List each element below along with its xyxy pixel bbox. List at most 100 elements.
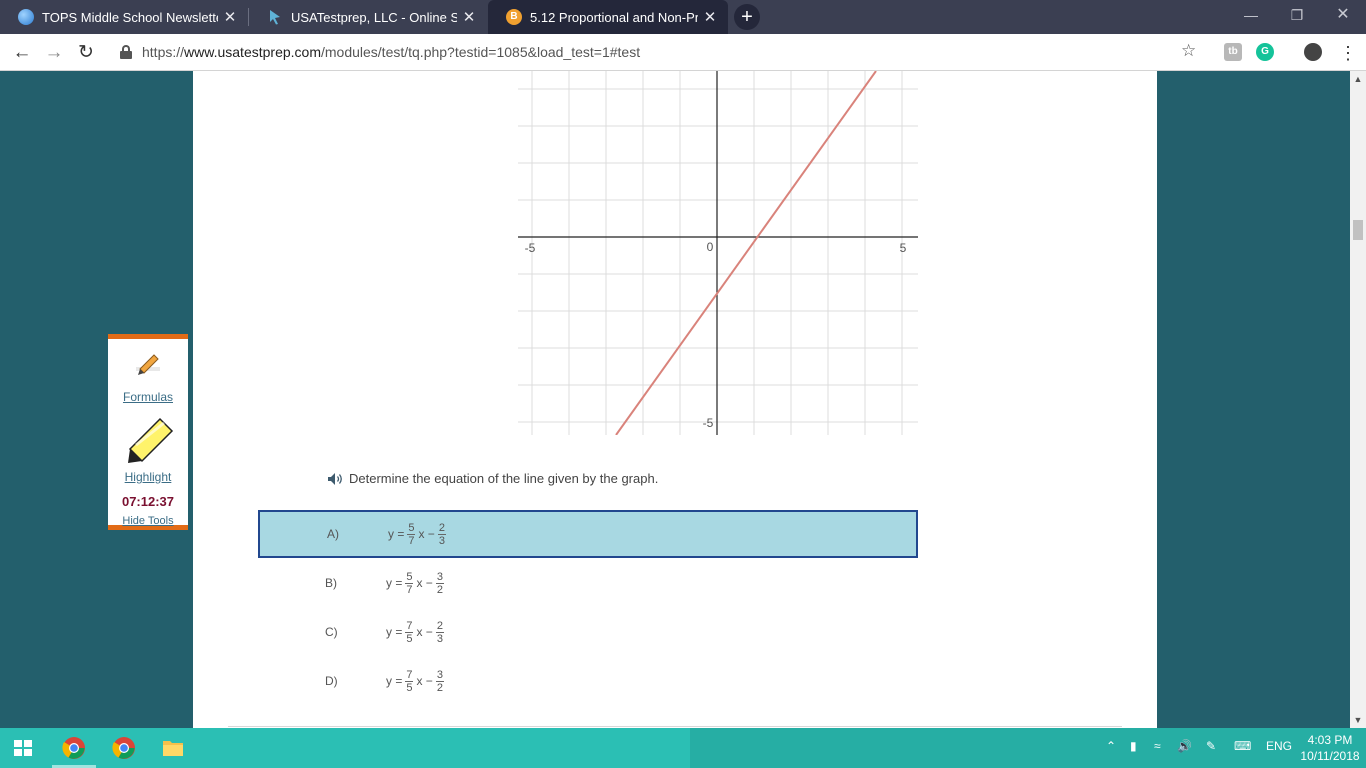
tick-label-x-neg5: -5 bbox=[525, 241, 536, 255]
equation-prefix: y = bbox=[386, 576, 403, 590]
bookmark-star-icon[interactable]: ☆ bbox=[1181, 41, 1196, 61]
countdown-timer: 07:12:37 bbox=[121, 494, 175, 509]
volume-icon[interactable]: 🔊 bbox=[1177, 739, 1192, 753]
fraction: 23 bbox=[437, 521, 446, 547]
menu-kebab-icon[interactable]: ⋮ bbox=[1334, 39, 1362, 67]
extension-tb-icon[interactable]: tb bbox=[1224, 43, 1242, 61]
taskbar-shade bbox=[690, 728, 1366, 768]
fraction: 57 bbox=[405, 570, 414, 596]
numerator: 5 bbox=[405, 570, 414, 584]
windows-start-icon[interactable] bbox=[14, 740, 32, 756]
reload-icon[interactable]: ↻ bbox=[72, 39, 100, 67]
highlight-link[interactable]: Highlight bbox=[108, 470, 188, 484]
numerator: 7 bbox=[405, 668, 414, 682]
equation-mid: x − bbox=[416, 576, 433, 590]
battery-icon[interactable]: ▮ bbox=[1130, 739, 1137, 753]
numerator: 5 bbox=[407, 521, 416, 535]
fraction: 32 bbox=[435, 668, 444, 694]
scroll-down-arrow-icon[interactable]: ▼ bbox=[1350, 712, 1366, 728]
tab-newsletter[interactable]: TOPS Middle School Newsletter ✕ bbox=[0, 0, 248, 34]
denominator: 5 bbox=[406, 632, 413, 645]
numerator: 3 bbox=[435, 668, 444, 682]
forward-arrow-icon[interactable]: → bbox=[40, 39, 68, 67]
choice-equation: y = 57 x − 23 bbox=[386, 522, 447, 547]
numerator: 7 bbox=[405, 619, 414, 633]
formulas-link[interactable]: Formulas bbox=[108, 390, 188, 404]
tab-strip: TOPS Middle School Newsletter ✕ USATestp… bbox=[0, 0, 1366, 34]
tab-usatestprep[interactable]: USATestprep, LLC - Online State-S ✕ bbox=[249, 0, 487, 34]
chrome-icon[interactable] bbox=[112, 736, 136, 760]
url-host: www.usatestprep.com bbox=[184, 44, 321, 60]
tray-chevron-up-icon[interactable]: ⌃ bbox=[1106, 739, 1116, 753]
tick-label-y-neg5: -5 bbox=[703, 416, 714, 430]
back-arrow-icon[interactable]: ← bbox=[8, 39, 36, 67]
answer-choice-c[interactable]: C) y = 75 x − 23 bbox=[258, 608, 918, 656]
speaker-icon[interactable] bbox=[327, 472, 345, 486]
restore-icon[interactable]: ❐ bbox=[1274, 0, 1320, 30]
new-tab-button[interactable]: + bbox=[734, 4, 760, 30]
numerator: 2 bbox=[435, 619, 444, 633]
address-bar[interactable]: https://www.usatestprep.com/modules/test… bbox=[112, 38, 1212, 66]
minimize-icon[interactable]: — bbox=[1228, 0, 1274, 30]
cursor-icon bbox=[267, 9, 283, 25]
equation-mid: x − bbox=[416, 674, 433, 688]
pen-icon[interactable]: ✎ bbox=[1206, 739, 1216, 753]
fraction: 75 bbox=[405, 619, 414, 645]
choice-letter: C) bbox=[325, 625, 338, 639]
equation-prefix: y = bbox=[388, 527, 405, 541]
highlighter-icon[interactable] bbox=[120, 415, 176, 465]
tools-panel: Formulas Highlight 07:12:37 Hide Tools bbox=[108, 334, 188, 530]
profile-avatar[interactable] bbox=[1304, 43, 1322, 61]
tab-close-icon[interactable]: ✕ bbox=[457, 8, 481, 26]
system-clock[interactable]: 4:03 PM 10/11/2018 bbox=[1296, 732, 1364, 764]
tab-title: 5.12 Proportional and Non-Propo bbox=[530, 9, 698, 25]
fraction: 23 bbox=[435, 619, 444, 645]
answer-choice-d[interactable]: D) y = 75 x − 32 bbox=[258, 657, 918, 705]
pencil-icon[interactable] bbox=[132, 349, 164, 379]
tab-title: TOPS Middle School Newsletter bbox=[42, 9, 218, 25]
url-scheme: https:// bbox=[142, 44, 185, 60]
divider bbox=[228, 726, 1122, 727]
clock-time: 4:03 PM bbox=[1307, 733, 1353, 747]
answer-choice-a[interactable]: A) y = 57 x − 23 bbox=[258, 510, 918, 558]
tab-close-icon[interactable]: ✕ bbox=[218, 8, 242, 26]
page-scrollbar[interactable]: ▲ ▼ bbox=[1350, 71, 1366, 728]
tab-close-icon[interactable]: ✕ bbox=[698, 8, 722, 26]
b-logo-icon: B bbox=[506, 9, 522, 25]
grammarly-icon[interactable]: G bbox=[1256, 43, 1274, 61]
language-indicator[interactable]: ENG bbox=[1266, 739, 1292, 753]
answer-choice-b[interactable]: B) y = 57 x − 32 bbox=[258, 559, 918, 607]
tab-proportional[interactable]: B 5.12 Proportional and Non-Propo ✕ bbox=[488, 0, 728, 34]
denominator: 3 bbox=[438, 534, 445, 547]
choice-letter: A) bbox=[327, 527, 339, 541]
keyboard-icon[interactable]: ⌨ bbox=[1234, 739, 1251, 753]
denominator: 3 bbox=[436, 632, 443, 645]
choice-equation: y = 75 x − 23 bbox=[384, 620, 445, 645]
equation-prefix: y = bbox=[386, 674, 403, 688]
question-text: Determine the equation of the line given… bbox=[349, 471, 659, 486]
choice-letter: D) bbox=[325, 674, 338, 688]
fraction: 32 bbox=[435, 570, 444, 596]
equation-mid: x − bbox=[418, 527, 435, 541]
clock-date: 10/11/2018 bbox=[1300, 749, 1360, 763]
fraction: 57 bbox=[407, 521, 416, 547]
url-path: /modules/test/tq.php?testid=1085&load_te… bbox=[320, 44, 641, 60]
windows-taskbar: ⌃ ▮ ≈ 🔊 ✎ ⌨ ENG 4:03 PM 10/11/2018 bbox=[0, 728, 1366, 768]
chrome-icon[interactable] bbox=[62, 736, 86, 760]
numerator: 3 bbox=[435, 570, 444, 584]
question-prompt: Determine the equation of the line given… bbox=[327, 471, 658, 486]
scroll-thumb[interactable] bbox=[1353, 220, 1363, 240]
coordinate-graph: -5 0 5 -5 bbox=[518, 71, 918, 435]
wifi-icon[interactable]: ≈ bbox=[1154, 739, 1161, 753]
numerator: 2 bbox=[437, 521, 446, 535]
denominator: 7 bbox=[406, 583, 413, 596]
scroll-up-arrow-icon[interactable]: ▲ bbox=[1350, 71, 1366, 87]
close-window-icon[interactable]: ✕ bbox=[1320, 0, 1366, 30]
choice-equation: y = 75 x − 32 bbox=[384, 669, 445, 694]
tick-label-origin: 0 bbox=[707, 240, 714, 254]
tab-title: USATestprep, LLC - Online State-S bbox=[291, 9, 457, 25]
file-explorer-icon[interactable] bbox=[161, 736, 185, 760]
denominator: 5 bbox=[406, 681, 413, 694]
denominator: 2 bbox=[436, 583, 443, 596]
hide-tools-link[interactable]: Hide Tools bbox=[108, 515, 188, 527]
